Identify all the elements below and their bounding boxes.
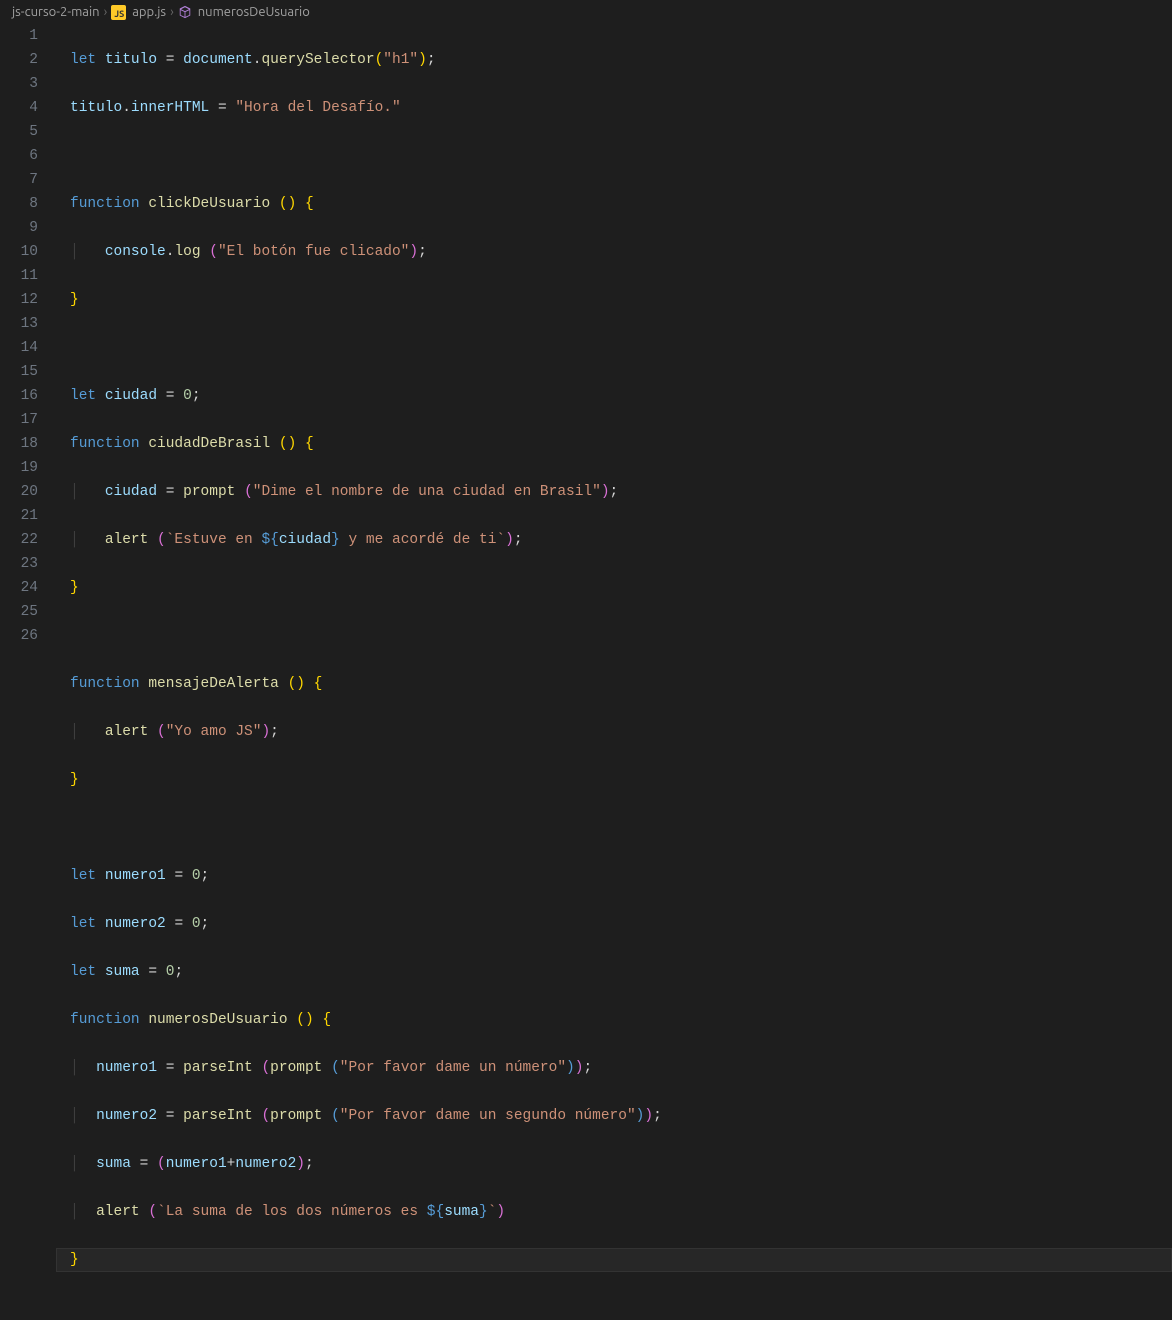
line-number: 2 (0, 48, 38, 72)
code-line[interactable]: let ciudad = 0; (56, 384, 1172, 408)
code-line[interactable]: let numero2 = 0; (56, 912, 1172, 936)
line-number: 23 (0, 552, 38, 576)
line-number: 4 (0, 96, 38, 120)
code-line[interactable]: } (56, 576, 1172, 600)
breadcrumb[interactable]: js-curso-2-main › JS app.js › numerosDeU… (0, 0, 1172, 24)
line-number: 25 (0, 600, 38, 624)
breadcrumb-file[interactable]: app.js (132, 5, 166, 19)
code-area[interactable]: let titulo = document.querySelector("h1"… (56, 24, 1172, 676)
code-line[interactable]: titulo.innerHTML = "Hora del Desafío." (56, 96, 1172, 120)
code-line[interactable]: } (56, 1248, 1172, 1272)
code-line[interactable]: function clickDeUsuario () { (56, 192, 1172, 216)
line-number: 24 (0, 576, 38, 600)
code-line[interactable]: │ console.log ("El botón fue clicado"); (56, 240, 1172, 264)
line-number: 12 (0, 288, 38, 312)
line-number: 13 (0, 312, 38, 336)
line-number: 14 (0, 336, 38, 360)
breadcrumb-folder[interactable]: js-curso-2-main (12, 5, 100, 19)
line-number: 17 (0, 408, 38, 432)
code-line[interactable]: let titulo = document.querySelector("h1"… (56, 48, 1172, 72)
line-number: 22 (0, 528, 38, 552)
line-number: 19 (0, 456, 38, 480)
code-line[interactable]: function ciudadDeBrasil () { (56, 432, 1172, 456)
line-number: 9 (0, 216, 38, 240)
line-number: 3 (0, 72, 38, 96)
code-line[interactable]: } (56, 768, 1172, 792)
line-number: 10 (0, 240, 38, 264)
code-line[interactable]: │ numero2 = parseInt (prompt ("Por favor… (56, 1104, 1172, 1128)
code-line[interactable] (56, 816, 1172, 840)
line-number: 18 (0, 432, 38, 456)
code-line[interactable] (56, 624, 1172, 648)
code-line[interactable] (56, 144, 1172, 168)
line-number: 16 (0, 384, 38, 408)
line-number: 11 (0, 264, 38, 288)
code-line[interactable]: │ alert (`La suma de los dos números es … (56, 1200, 1172, 1224)
js-file-icon: JS (111, 5, 126, 20)
line-number: 6 (0, 144, 38, 168)
code-line[interactable]: │ alert ("Yo amo JS"); (56, 720, 1172, 744)
code-line[interactable]: } (56, 288, 1172, 312)
line-number: 26 (0, 624, 38, 648)
line-number: 5 (0, 120, 38, 144)
code-line[interactable]: let suma = 0; (56, 960, 1172, 984)
line-number: 21 (0, 504, 38, 528)
line-number: 8 (0, 192, 38, 216)
code-line[interactable]: │ suma = (numero1+numero2); (56, 1152, 1172, 1176)
code-line[interactable]: let numero1 = 0; (56, 864, 1172, 888)
line-number: 20 (0, 480, 38, 504)
symbol-variable-icon (178, 5, 192, 19)
code-line[interactable]: │ numero1 = parseInt (prompt ("Por favor… (56, 1056, 1172, 1080)
code-line[interactable]: │ ciudad = prompt ("Dime el nombre de un… (56, 480, 1172, 504)
line-number: 1 (0, 24, 38, 48)
chevron-right-icon: › (104, 5, 108, 19)
breadcrumb-symbol[interactable]: numerosDeUsuario (198, 5, 310, 19)
code-editor[interactable]: 1 2 3 4 5 6 7 8 9 10 11 12 13 14 15 16 1… (0, 24, 1172, 676)
chevron-right-icon: › (170, 5, 174, 19)
code-line[interactable] (56, 336, 1172, 360)
line-number: 7 (0, 168, 38, 192)
line-number-gutter: 1 2 3 4 5 6 7 8 9 10 11 12 13 14 15 16 1… (0, 24, 56, 676)
code-line[interactable]: function numerosDeUsuario () { (56, 1008, 1172, 1032)
line-number: 15 (0, 360, 38, 384)
code-line[interactable]: │ alert (`Estuve en ${ciudad} y me acord… (56, 528, 1172, 552)
